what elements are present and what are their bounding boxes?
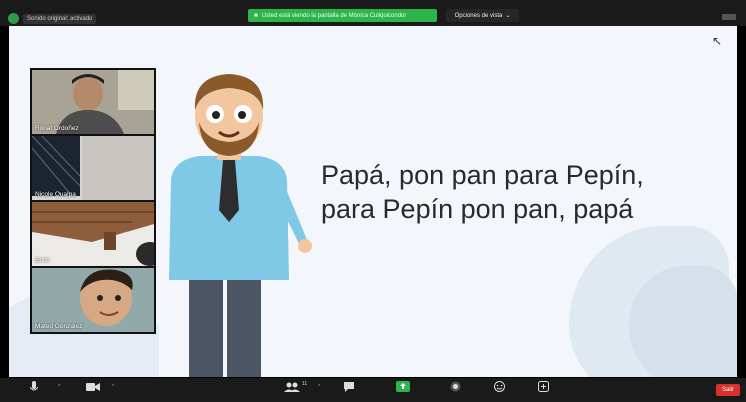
original-sound-toggle[interactable]: Sonido original: activado — [8, 11, 97, 26]
reactions-button[interactable] — [494, 380, 505, 393]
chat-button[interactable] — [344, 380, 354, 393]
share-status-icon: ■ — [254, 12, 258, 19]
decorative-leaf — [629, 266, 737, 377]
participant-name: Ronal Ordoñez — [35, 125, 79, 132]
sharing-banner: ■ Usted está viendo la pantalla de Mónic… — [248, 9, 437, 22]
video-button[interactable] — [86, 380, 100, 393]
meeting-toolbar: ^ ^ 11 ^ Salir — [0, 378, 746, 402]
participant-gallery[interactable]: Ronal Ordoñez Nicole Qualpa Erick Mateo … — [30, 68, 156, 334]
original-sound-label: Sonido original: activado — [23, 13, 97, 24]
participant-tile[interactable]: Mateo Gonzalez — [32, 268, 154, 332]
cursor-icon: ↖ — [712, 34, 723, 48]
chevron-down-icon: ⌄ — [505, 13, 511, 19]
chevron-up-icon[interactable]: ^ — [318, 384, 320, 390]
reactions-icon — [494, 380, 505, 393]
view-options-button[interactable]: Opciones de vista ⌄ — [446, 9, 519, 22]
cartoon-father-illustration — [169, 74, 312, 377]
participant-tile[interactable]: Erick — [32, 202, 154, 266]
mic-icon — [30, 380, 38, 393]
video-icon — [86, 380, 100, 393]
top-bar: Sonido original: activado ■ Usted está v… — [0, 0, 746, 26]
participants-button[interactable] — [284, 380, 302, 393]
shield-icon — [8, 13, 19, 24]
apps-icon — [538, 380, 549, 393]
tongue-twister-text: Papá, pon pan para Pepín, para Pepín pon… — [321, 158, 737, 226]
sharing-banner-text: Usted está viendo la pantalla de Mónica … — [261, 12, 407, 19]
share-screen-icon — [396, 380, 410, 393]
tongue-twister-line-2: para Pepín pon pan, papá — [321, 194, 634, 224]
tongue-twister-line-1: Papá, pon pan para Pepín, — [321, 160, 644, 190]
participant-tile[interactable]: Nicole Qualpa — [32, 136, 154, 200]
view-toggle-button[interactable] — [722, 14, 736, 20]
participant-video — [32, 202, 154, 266]
chevron-up-icon[interactable]: ^ — [112, 384, 114, 390]
record-button[interactable] — [450, 380, 461, 393]
participants-count: 11 — [302, 381, 308, 387]
participants-icon — [284, 380, 302, 393]
apps-button[interactable] — [538, 380, 549, 393]
participant-name: Erick — [35, 257, 50, 264]
share-screen-button[interactable] — [396, 380, 410, 393]
participant-tile[interactable]: Ronal Ordoñez — [32, 70, 154, 134]
record-icon — [450, 380, 461, 393]
participant-name: Mateo Gonzalez — [35, 323, 83, 330]
leave-button[interactable]: Salir — [716, 384, 740, 396]
participant-name: Nicole Qualpa — [35, 191, 76, 198]
view-options-label: Opciones de vista — [454, 12, 503, 19]
mute-button[interactable] — [30, 380, 38, 393]
chevron-up-icon[interactable]: ^ — [58, 384, 60, 390]
chat-icon — [344, 380, 354, 393]
